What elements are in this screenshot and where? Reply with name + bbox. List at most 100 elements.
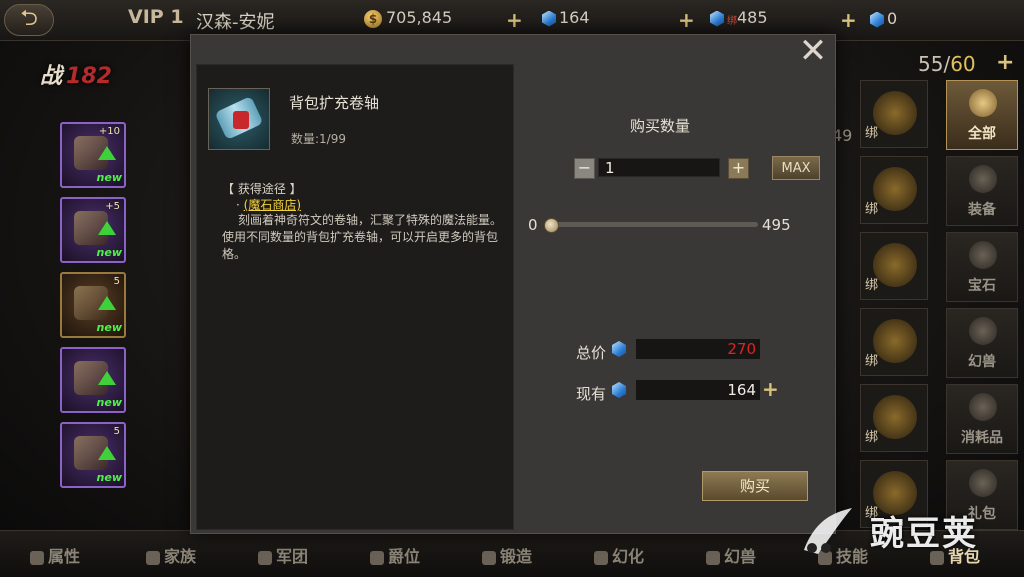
nav-label: 属性 bbox=[48, 547, 81, 566]
slider-min-label: 0 bbox=[528, 216, 538, 234]
tab-label: 幻兽 bbox=[968, 354, 996, 370]
chest-icon bbox=[969, 89, 997, 117]
nav-rank[interactable]: 爵位 bbox=[370, 543, 420, 567]
boots-item-icon bbox=[873, 243, 917, 287]
nav-family[interactable]: 家族 bbox=[146, 543, 196, 567]
quantity-slider[interactable] bbox=[548, 222, 758, 227]
upgrade-arrow-icon bbox=[98, 146, 116, 160]
enhance-level: 5 bbox=[113, 426, 120, 437]
add-owned-gem-button[interactable]: + bbox=[762, 378, 779, 400]
wandoujia-logo-icon bbox=[796, 498, 860, 562]
gem-icon bbox=[542, 10, 556, 27]
locked-gem-amount: 0 bbox=[887, 9, 898, 28]
total-price-label: 总价 bbox=[576, 344, 607, 362]
tab-label: 消耗品 bbox=[961, 430, 1003, 446]
bind-label: 绑 bbox=[865, 278, 879, 293]
legion-icon bbox=[258, 550, 272, 565]
add-gem-button[interactable]: + bbox=[678, 10, 695, 30]
nav-transform[interactable]: 幻化 bbox=[594, 543, 644, 567]
upgrade-arrow-icon bbox=[98, 296, 116, 310]
family-icon bbox=[146, 550, 160, 565]
tab-label: 宝石 bbox=[968, 278, 996, 294]
nav-label: 军团 bbox=[276, 547, 309, 566]
inventory-slot[interactable]: 绑 bbox=[860, 80, 928, 148]
coin-icon: $ bbox=[364, 9, 382, 28]
gift-icon bbox=[969, 469, 997, 497]
nav-beasts[interactable]: 幻兽 bbox=[706, 543, 756, 567]
owned-label: 现有 bbox=[576, 385, 607, 403]
inventory-slot[interactable]: 绑 bbox=[860, 384, 928, 452]
bound-gem-amount: 485 bbox=[737, 8, 768, 27]
expand-bag-button[interactable]: + bbox=[996, 50, 1014, 75]
potion-icon bbox=[969, 393, 997, 421]
sword-icon bbox=[969, 165, 997, 193]
new-badge: new bbox=[96, 471, 122, 484]
tab-gems[interactable]: 宝石 bbox=[946, 232, 1018, 302]
scroll-seal bbox=[233, 111, 249, 129]
slider-max-label: 495 bbox=[762, 216, 791, 234]
bound-gem-icon bbox=[710, 10, 724, 27]
bound-tag: 绑 bbox=[727, 16, 737, 27]
nav-forge[interactable]: 锻造 bbox=[482, 543, 532, 567]
upgrade-arrow-icon bbox=[98, 221, 116, 235]
bound-gem-display: 绑485 bbox=[710, 8, 768, 27]
bind-label: 绑 bbox=[865, 126, 879, 141]
add-bound-gem-button[interactable]: + bbox=[840, 10, 857, 30]
beast-icon bbox=[969, 317, 997, 345]
vip-level: VIP 1 bbox=[128, 6, 184, 28]
total-price-value: 270 bbox=[636, 339, 760, 359]
equip-slot-helmet[interactable]: +10 new bbox=[60, 122, 126, 188]
max-button[interactable]: MAX bbox=[772, 156, 820, 180]
enhance-level: +5 bbox=[105, 201, 120, 212]
equip-slot-belt[interactable]: new bbox=[60, 347, 126, 413]
nav-attributes[interactable]: 属性 bbox=[30, 543, 80, 567]
item-name: 背包扩充卷轴 bbox=[289, 94, 380, 112]
scroll-icon bbox=[208, 88, 270, 150]
nav-legion[interactable]: 军团 bbox=[258, 543, 308, 567]
tab-equipment[interactable]: 装备 bbox=[946, 156, 1018, 226]
inventory-slot[interactable]: 绑 bbox=[860, 156, 928, 224]
new-badge: new bbox=[96, 171, 122, 184]
source-heading: 【 获得途径 】 bbox=[222, 182, 302, 196]
new-badge: new bbox=[96, 396, 122, 409]
tab-label: 全部 bbox=[968, 126, 996, 142]
gold-amount: 705,845 bbox=[386, 8, 453, 27]
back-button[interactable]: ⮌ bbox=[4, 4, 54, 36]
nav-label: 幻兽 bbox=[724, 547, 757, 566]
new-badge: new bbox=[96, 246, 122, 259]
bag-used: 55 bbox=[918, 52, 944, 76]
quantity-input[interactable]: 1 bbox=[598, 158, 720, 177]
equip-slot-armor[interactable]: 5 new bbox=[60, 272, 126, 338]
owned-value: 164 bbox=[636, 380, 760, 400]
upgrade-arrow-icon bbox=[98, 446, 116, 460]
inventory-slot[interactable]: 绑 bbox=[860, 232, 928, 300]
nav-label: 爵位 bbox=[388, 547, 421, 566]
magic-stone-shop-link[interactable]: (魔石商店) bbox=[244, 198, 301, 212]
helmet-item-icon bbox=[873, 91, 917, 135]
tab-all[interactable]: 全部 bbox=[946, 80, 1018, 150]
close-icon[interactable]: ✕ bbox=[796, 34, 830, 70]
increase-button[interactable]: + bbox=[728, 158, 749, 179]
add-gold-button[interactable]: + bbox=[506, 10, 523, 30]
tab-label: 装备 bbox=[968, 202, 996, 218]
buy-button[interactable]: 购买 bbox=[702, 471, 808, 501]
watermark-text: 豌豆荚 bbox=[870, 514, 978, 554]
enhance-level: 5 bbox=[113, 276, 120, 287]
armor-item-icon bbox=[873, 167, 917, 211]
bag-capacity: 55/60 bbox=[918, 52, 976, 76]
anvil-icon bbox=[482, 550, 496, 565]
item-description: 刻画着神奇符文的卷轴，汇聚了特殊的魔法能量。使用不同数量的背包扩充卷轴，可以开启… bbox=[222, 213, 503, 261]
amulet-item-icon bbox=[873, 395, 917, 439]
inventory-slot[interactable]: 绑 bbox=[860, 308, 928, 376]
decrease-button[interactable]: − bbox=[574, 158, 595, 179]
category-tabs: 全部 装备 宝石 幻兽 消耗品 礼包 bbox=[946, 80, 1022, 536]
bag-max: 60 bbox=[950, 52, 976, 76]
tab-consumables[interactable]: 消耗品 bbox=[946, 384, 1018, 454]
equip-slot-necklace[interactable]: +5 new bbox=[60, 197, 126, 263]
tab-beasts[interactable]: 幻兽 bbox=[946, 308, 1018, 378]
item-quantity: 数量:1/99 bbox=[291, 132, 346, 146]
nav-label: 幻化 bbox=[612, 547, 645, 566]
slider-handle[interactable] bbox=[544, 218, 559, 233]
equip-slot-boots[interactable]: 5 new bbox=[60, 422, 126, 488]
attributes-icon bbox=[30, 550, 44, 565]
